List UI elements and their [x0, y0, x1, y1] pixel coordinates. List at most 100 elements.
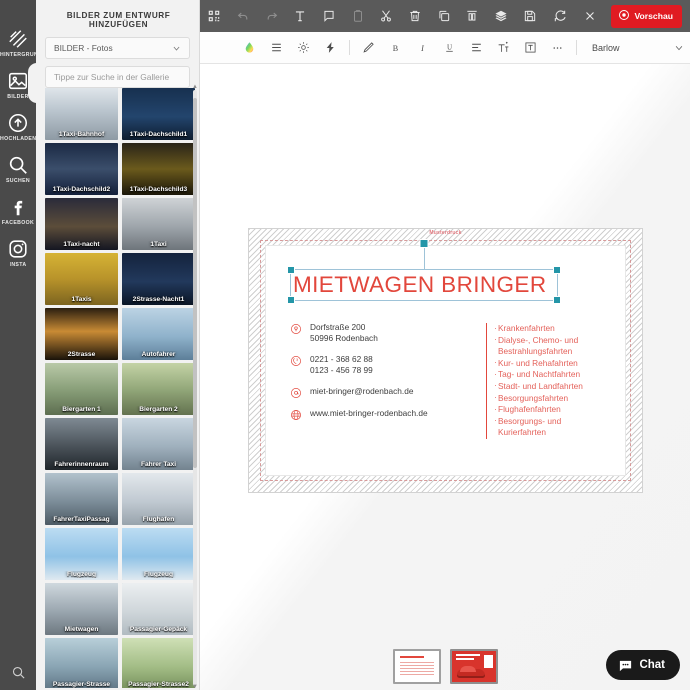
contact-block: Dorfstraße 200 50996 Rodenbach 0221 - 368 …	[290, 322, 475, 430]
sidebar-item-insta[interactable]: INSTA	[0, 238, 36, 268]
upload-cloud-icon	[7, 112, 29, 134]
gallery-thumbnail[interactable]: Autofahrer	[122, 308, 195, 360]
selection-box[interactable]	[287, 239, 561, 304]
align-left-icon[interactable]	[463, 32, 490, 64]
gallery-thumbnail[interactable]: Passagier-Strasse	[45, 638, 118, 688]
list-icon[interactable]	[263, 32, 290, 64]
gallery-scrollbar[interactable]	[193, 90, 197, 686]
contact-line: Dorfstraße 200	[310, 322, 366, 332]
gallery-thumbnail[interactable]: Flughafen	[122, 473, 195, 525]
business-card[interactable]: Musterdruck MIETWAGEN BRINGER Dorfstraße…	[248, 228, 643, 493]
effects-icon[interactable]	[317, 32, 344, 64]
more-icon[interactable]	[544, 32, 571, 64]
resize-handle-top-left[interactable]	[287, 266, 295, 274]
services-list: KrankenfahrtenDialyse-, Chemo- undBestra…	[486, 323, 616, 439]
thumbnail-caption: 1Taxi	[150, 241, 167, 248]
svg-text:I: I	[420, 44, 425, 53]
gallery-thumbnail[interactable]: Mietwagen	[45, 583, 118, 635]
gallery-thumbnail[interactable]: 2Strasse-Nacht1	[122, 253, 195, 305]
preview-button[interactable]: Vorschau	[611, 4, 682, 28]
refresh-icon[interactable]	[545, 0, 575, 32]
color-drop-icon[interactable]	[236, 32, 263, 64]
gallery-thumbnail[interactable]: Fahrerinnenraum	[45, 418, 118, 470]
gallery-thumbnail[interactable]: Passagier-Gepäck	[122, 583, 195, 635]
redo-icon[interactable]	[257, 0, 286, 32]
contact-line: 50996 Rodenbach	[310, 333, 378, 344]
format-toolbar: B I U Barlow	[200, 32, 690, 64]
sidebar-item-suchen[interactable]: SUCHEN	[0, 154, 36, 184]
gallery-search-input[interactable]: Tippe zur Suche in der Gallerie	[45, 66, 190, 88]
panel-title: BILDER ZUM ENTWURF HINZUFÜGEN	[66, 11, 171, 29]
font-family-select[interactable]: Barlow	[592, 43, 620, 53]
gallery-thumbnail[interactable]: Biergarten 2	[122, 363, 195, 415]
contact-row: www.miet-bringer-rodenbach.de	[290, 408, 475, 421]
resize-handle-bottom-right[interactable]	[553, 296, 561, 304]
gallery-thumbnail[interactable]: 1Taxi-Dachschild3	[122, 143, 195, 195]
email-icon	[290, 387, 302, 399]
layers-icon[interactable]	[487, 0, 516, 32]
thumbnail-caption: FahrerTaxiPassag	[53, 516, 110, 523]
text-icon[interactable]	[286, 0, 315, 32]
brightness-icon[interactable]	[290, 32, 317, 64]
shape-icon[interactable]	[315, 0, 344, 32]
service-item: Dialyse-, Chemo- und	[494, 334, 616, 347]
gallery-thumbnail[interactable]: Flugzeug	[45, 528, 118, 580]
delete-icon[interactable]	[401, 0, 430, 32]
resize-handle-top-right[interactable]	[553, 266, 561, 274]
gallery-thumbnail[interactable]: Passagier-Strasse2	[122, 638, 195, 688]
svg-text:B: B	[393, 44, 399, 53]
cut-icon[interactable]	[372, 0, 401, 32]
service-item: Flughafenfahrten	[494, 404, 616, 416]
sidebar-item-label: HOCHLADEN	[0, 136, 36, 142]
sidebar-item-hochladen[interactable]: HOCHLADEN	[0, 112, 36, 142]
main-toolbar: Vorschau	[200, 0, 690, 32]
service-item: Kur- und Rehafahrten	[494, 357, 616, 370]
gallery-thumbnail[interactable]: 1Taxi	[122, 198, 195, 250]
gallery-thumbnail[interactable]: 2Strasse	[45, 308, 118, 360]
left-icon-rail: HINTERGRUND BILDER HOCHLADEN	[0, 0, 37, 690]
gallery-thumbnail[interactable]: 1Taxi-Dachschild1	[122, 88, 195, 140]
sidebar-item-facebook[interactable]: FACEBOOK	[0, 196, 36, 226]
zoom-icon[interactable]	[0, 665, 36, 680]
sidebar-item-bilder[interactable]: BILDER	[0, 63, 37, 103]
pen-icon[interactable]	[355, 32, 382, 64]
text-box-icon[interactable]	[517, 32, 544, 64]
close-icon[interactable]	[575, 0, 605, 32]
resize-handle-bottom-left[interactable]	[287, 296, 295, 304]
sidebar-item-hintergrund[interactable]: HINTERGRUND	[0, 28, 36, 58]
gallery-thumbnail[interactable]: Biergarten 1	[45, 363, 118, 415]
paste-icon[interactable]	[343, 0, 372, 32]
rotation-handle[interactable]	[419, 239, 429, 248]
gallery-scroll-down-arrow[interactable]: ▼	[192, 684, 198, 690]
gallery-thumbnail[interactable]: Fahrer Taxi	[122, 418, 195, 470]
page-thumb-back[interactable]	[450, 649, 498, 684]
gallery-thumbnail[interactable]: FahrerTaxiPassag	[45, 473, 118, 525]
phone-icon	[290, 355, 302, 367]
gallery-thumbnail[interactable]: 1Taxis	[45, 253, 118, 305]
undo-icon[interactable]	[229, 0, 258, 32]
chevron-down-icon[interactable]	[674, 43, 684, 53]
align-icon[interactable]	[458, 0, 487, 32]
toolbar-right-group: Vorschau	[515, 0, 690, 32]
gallery-thumbnail[interactable]: 1Taxi-Dachschild2	[45, 143, 118, 195]
qr-code-icon[interactable]	[200, 0, 229, 32]
image-category-select[interactable]: BILDER - Fotos	[45, 37, 190, 59]
gallery-thumbnail[interactable]: Flugzeug	[122, 528, 195, 580]
underline-icon[interactable]: U	[436, 32, 463, 64]
thumbnail-caption: 1Taxi-Dachschild2	[52, 186, 111, 193]
chat-bubble-icon	[618, 658, 633, 673]
image-gallery[interactable]: 1Taxi-Bahnhof 1Taxi-Dachschild1 1Taxi-Dach…	[45, 88, 195, 688]
contact-text: 0221 - 368 62 88 0123 - 456 78 99	[310, 354, 373, 377]
gallery-thumbnail[interactable]: 1Taxi-nacht	[45, 198, 118, 250]
save-icon[interactable]	[515, 0, 545, 32]
thumbnail-caption: Autofahrer	[141, 351, 176, 358]
bold-icon[interactable]: B	[382, 32, 409, 64]
italic-icon[interactable]: I	[409, 32, 436, 64]
chat-widget-button[interactable]: Chat	[606, 650, 680, 680]
gallery-thumbnail[interactable]: 1Taxi-Bahnhof	[45, 88, 118, 140]
page-thumb-front[interactable]	[393, 649, 441, 684]
design-canvas[interactable]: Musterdruck MIETWAGEN BRINGER Dorfstraße…	[200, 64, 690, 690]
thumbnail-caption: 1Taxi-Dachschild3	[129, 186, 188, 193]
text-size-icon[interactable]	[490, 32, 517, 64]
duplicate-icon[interactable]	[429, 0, 458, 32]
